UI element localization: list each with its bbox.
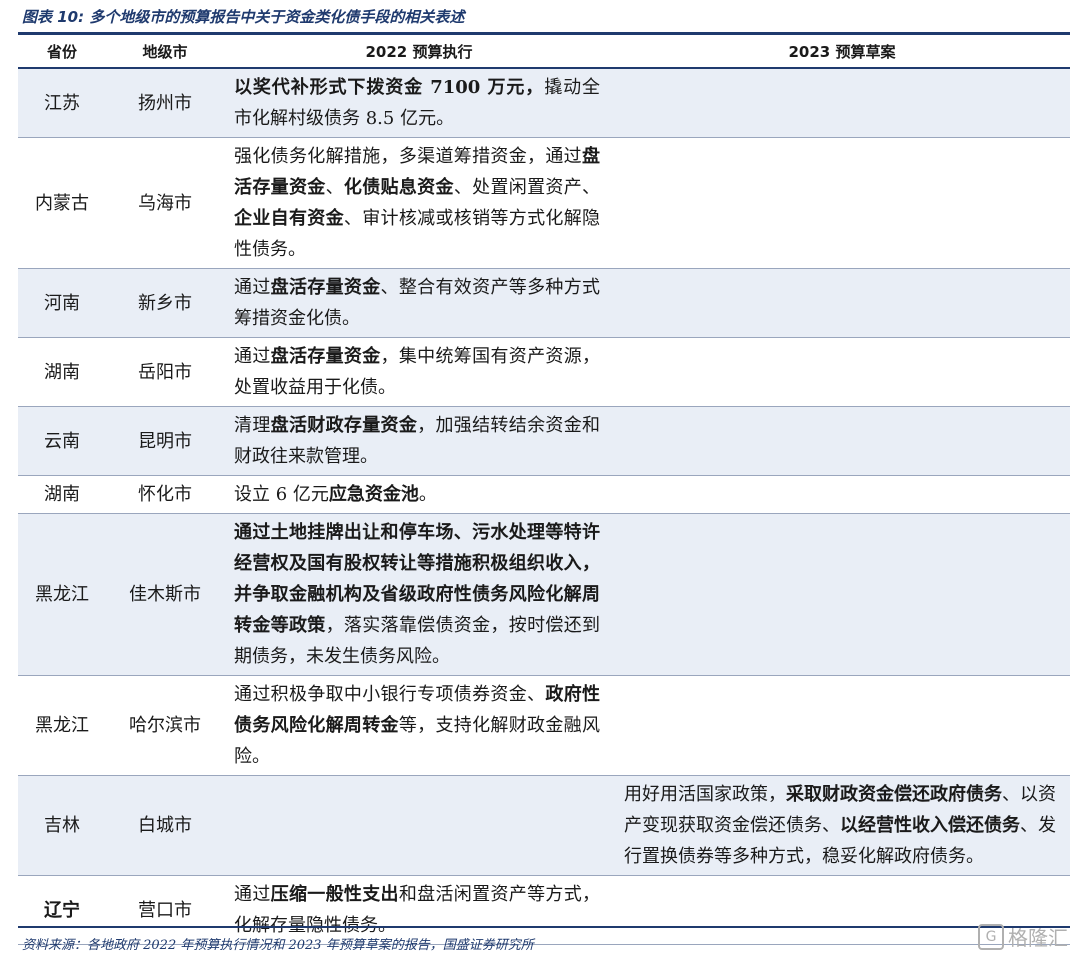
table-row: 湖南 怀化市 设立 6 亿元应急资金池。 <box>18 475 1070 514</box>
province-cell: 河南 <box>18 268 106 338</box>
text-segment: 通过积极争取中小银行专项债券资金、 <box>234 684 546 705</box>
bold-segment: 盘活存量资金 <box>270 277 381 298</box>
province-cell: 黑龙江 <box>18 675 106 776</box>
bold-segment: 应急资金池 <box>328 484 419 505</box>
province-cell: 吉林 <box>18 775 106 876</box>
table-row: 吉林 白城市 用好用活国家政策，采取财政资金偿还政府债务、以资产变现获取资金偿还债务… <box>18 775 1070 876</box>
city-cell: 昆明市 <box>106 406 224 476</box>
bold-segment: 企业自有资金 <box>234 208 344 229</box>
budget-2022-cell: 通过盘活存量资金，集中统筹国有资产资源，处置收益用于化债。 <box>224 337 614 407</box>
city-cell: 乌海市 <box>106 137 224 269</box>
table-row: 黑龙江 哈尔滨市 通过积极争取中小银行专项债券资金、政府性债务风险化解周转金等，支持… <box>18 675 1070 776</box>
text-segment: 通过 <box>234 884 271 905</box>
province-cell: 湖南 <box>18 337 106 407</box>
text-segment: 用好用活国家政策， <box>624 784 786 805</box>
budget-2023-cell <box>614 337 1070 407</box>
table-row: 内蒙古 乌海市 强化债务化解措施，多渠道筹措资金，通过盘活存量资金、化债贴息资金、处… <box>18 137 1070 269</box>
city-cell: 佳木斯市 <box>106 513 224 676</box>
text-segment: 通过 <box>234 346 271 367</box>
header-city: 地级市 <box>106 35 224 69</box>
bold-segment: 以奖代补形式下拨资金 7100 万元， <box>234 77 545 98</box>
budget-2022-cell: 设立 6 亿元应急资金池。 <box>224 475 614 514</box>
data-table: 省份 地级市 2022 预算执行 2023 预算草案 江苏 扬州市 以奖代补形式下拨… <box>18 35 1070 945</box>
province-cell: 黑龙江 <box>18 513 106 676</box>
province-cell: 云南 <box>18 406 106 476</box>
text-segment: 。 <box>418 484 437 505</box>
province-cell: 内蒙古 <box>18 137 106 269</box>
budget-2022-cell: 以奖代补形式下拨资金 7100 万元，撬动全市化解村级债务 8.5 亿元。 <box>224 68 614 138</box>
footer-rule <box>18 926 1070 928</box>
budget-2023-cell <box>614 513 1070 676</box>
bold-segment: 化债贴息资金 <box>343 177 454 198</box>
budget-2023-cell <box>614 675 1070 776</box>
budget-2022-cell: 通过积极争取中小银行专项债券资金、政府性债务风险化解周转金等，支持化解财政金融风… <box>224 675 614 776</box>
text-segment: 、 <box>325 177 344 198</box>
header-2023: 2023 预算草案 <box>614 35 1070 69</box>
budget-2023-cell <box>614 406 1070 476</box>
bold-segment: 盘活财政存量资金 <box>270 415 418 436</box>
province-cell: 湖南 <box>18 475 106 514</box>
header-2022: 2022 预算执行 <box>224 35 614 69</box>
city-cell: 岳阳市 <box>106 337 224 407</box>
city-cell: 新乡市 <box>106 268 224 338</box>
budget-2022-cell: 清理盘活财政存量资金，加强结转结余资金和财政往来款管理。 <box>224 406 614 476</box>
bold-segment: 盘活存量资金 <box>270 346 381 367</box>
table-row: 湖南 岳阳市 通过盘活存量资金，集中统筹国有资产资源，处置收益用于化债。 <box>18 337 1070 407</box>
budget-2022-cell: 通过盘活存量资金、整合有效资产等多种方式筹措资金化债。 <box>224 268 614 338</box>
table-body: 江苏 扬州市 以奖代补形式下拨资金 7100 万元，撬动全市化解村级债务 8.5 亿… <box>18 68 1070 945</box>
budget-2022-cell <box>224 775 614 876</box>
budget-2023-cell: 用好用活国家政策，采取财政资金偿还政府债务、以资产变现获取资金偿还债务、以经营性… <box>614 775 1070 876</box>
text-segment: 通过 <box>234 277 271 298</box>
figure-title: 图表 10: 多个地级市的预算报告中关于资金类化债手段的相关表述 <box>22 8 465 26</box>
city-cell: 扬州市 <box>106 68 224 138</box>
header-province: 省份 <box>18 35 106 69</box>
budget-2023-cell <box>614 475 1070 514</box>
source-note: 资料来源：各地政府 2022 年预算执行情况和 2023 年预算草案的报告，国盛… <box>22 938 534 953</box>
text-segment: 、处置闲置资产、 <box>453 177 601 198</box>
header-row: 省份 地级市 2022 预算执行 2023 预算草案 <box>18 35 1070 69</box>
city-cell: 怀化市 <box>106 475 224 514</box>
budget-2023-cell <box>614 68 1070 138</box>
budget-2023-cell <box>614 268 1070 338</box>
table-row: 黑龙江 佳木斯市 通过土地挂牌出让和停车场、污水处理等特许经营权及国有股权转让等措施… <box>18 513 1070 676</box>
bold-segment: 以经营性收入偿还债务 <box>840 815 1020 836</box>
city-cell: 哈尔滨市 <box>106 675 224 776</box>
table-row: 云南 昆明市 清理盘活财政存量资金，加强结转结余资金和财政往来款管理。 <box>18 406 1070 476</box>
budget-2022-cell: 通过土地挂牌出让和停车场、污水处理等特许经营权及国有股权转让等措施积极组织收入，… <box>224 513 614 676</box>
budget-2023-cell <box>614 137 1070 269</box>
city-cell: 白城市 <box>106 775 224 876</box>
bold-segment: 压缩一般性支出 <box>270 884 399 905</box>
budget-2022-cell: 强化债务化解措施，多渠道筹措资金，通过盘活存量资金、化债贴息资金、处置闲置资产、… <box>224 137 614 269</box>
province-cell: 江苏 <box>18 68 106 138</box>
watermark-logo-icon: G <box>978 923 1004 950</box>
table-row: 江苏 扬州市 以奖代补形式下拨资金 7100 万元，撬动全市化解村级债务 8.5 亿… <box>18 68 1070 138</box>
watermark-text: 格隆汇 <box>1008 926 1068 950</box>
text-segment: 设立 6 亿元 <box>234 484 329 505</box>
text-segment: 清理 <box>234 415 271 436</box>
bold-segment: 采取财政资金偿还政府债务 <box>786 784 1002 805</box>
text-segment: 强化债务化解措施，多渠道筹措资金，通过 <box>234 146 582 167</box>
table-row: 河南 新乡市 通过盘活存量资金、整合有效资产等多种方式筹措资金化债。 <box>18 268 1070 338</box>
watermark: G 格隆汇 <box>978 922 1068 951</box>
